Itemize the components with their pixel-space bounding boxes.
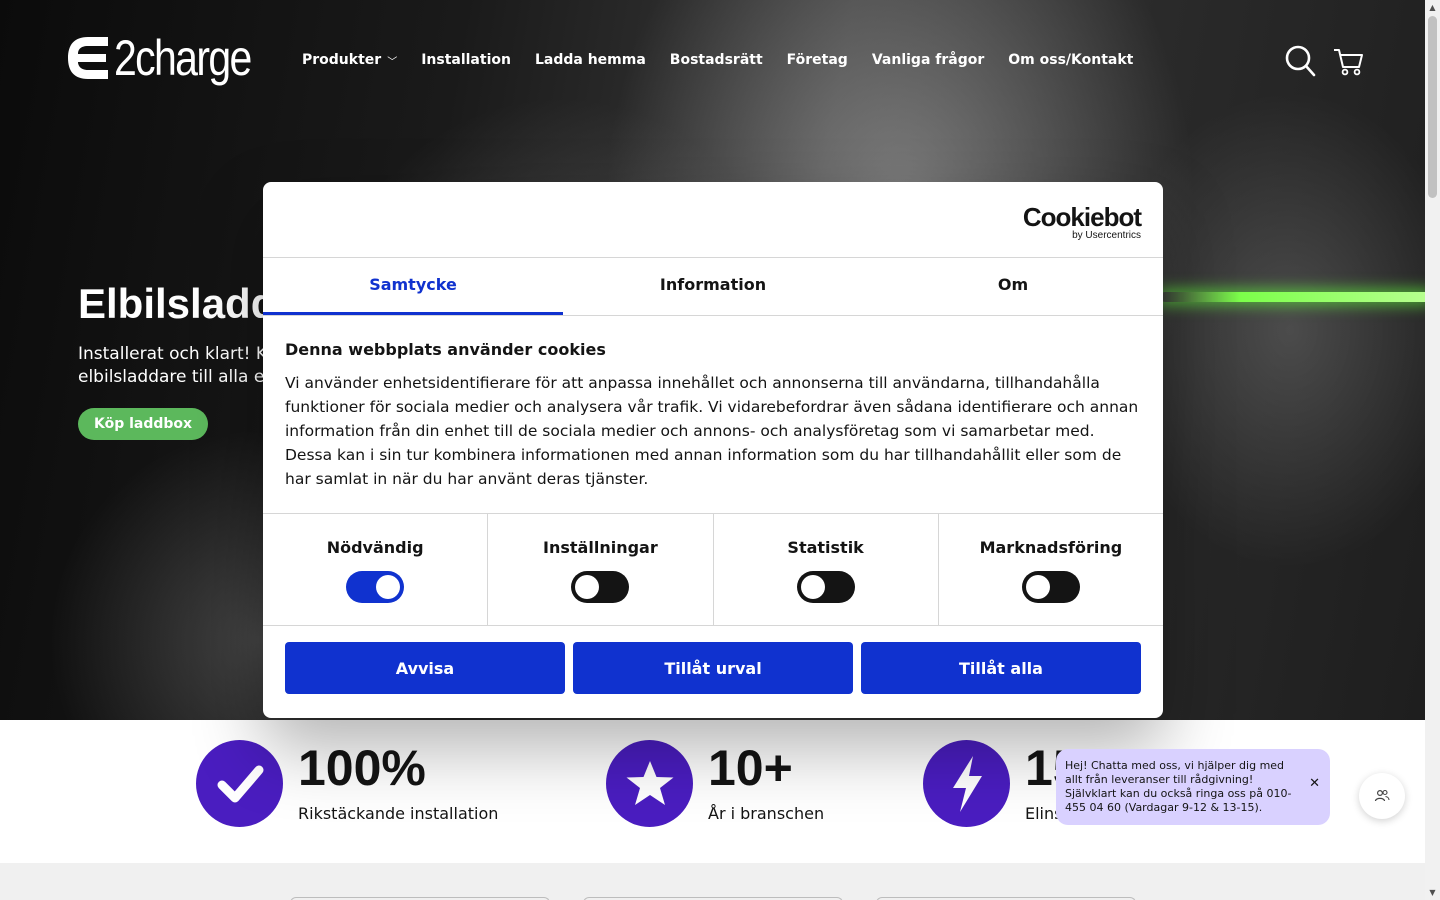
allow-selection-button[interactable]: Tillåt urval <box>573 642 853 694</box>
cookiebot-logo: Cookiebot by Usercentrics <box>1022 202 1142 241</box>
logo-text: 2charge <box>114 30 252 86</box>
category-nodvandig: Nödvändig <box>263 514 489 625</box>
nav-item-bostadsratt[interactable]: Bostadsrätt <box>670 52 763 68</box>
cookie-dialog-body: Denna webbplats använder cookies Vi anvä… <box>263 316 1163 514</box>
category-marknadsforing: Marknadsföring <box>939 514 1163 625</box>
tab-information[interactable]: Information <box>563 258 863 315</box>
category-installningar: Inställningar <box>488 514 714 625</box>
toggle-nodvandig[interactable] <box>346 571 405 603</box>
stat-value: 100% <box>298 740 426 796</box>
nav-item-foretag[interactable]: Företag <box>787 52 848 68</box>
search-icon[interactable] <box>1284 44 1316 78</box>
stat-label: Rikstäckande installation <box>298 804 499 823</box>
toggle-statistik[interactable] <box>796 571 855 603</box>
hero-subtitle-line2: elbilsladdare till alla elbilar <box>78 367 264 387</box>
tab-om[interactable]: Om <box>863 258 1163 315</box>
cookie-description: Vi använder enhetsidentifierare för att … <box>285 374 1139 488</box>
scroll-down-arrow-icon[interactable]: ▼ <box>1425 885 1440 900</box>
category-statistik: Statistik <box>714 514 939 625</box>
cookie-categories: Nödvändig Inställningar Statistik Markna… <box>263 514 1163 626</box>
cookie-tabs: Samtycke Information Om <box>263 258 1163 316</box>
main-nav: Produkter ﹀ Installation Ladda hemma Bos… <box>302 52 1157 68</box>
hero-green-light-line <box>1160 292 1425 302</box>
reject-button[interactable]: Avvisa <box>285 642 565 694</box>
stat-value: 10+ <box>708 740 793 796</box>
star-icon <box>606 740 693 827</box>
toggle-marknadsforing[interactable] <box>1021 571 1080 603</box>
category-label: Marknadsföring <box>979 538 1123 557</box>
hero-title: Elbilsladdare <box>78 280 264 327</box>
cookie-buttons: Avvisa Tillåt urval Tillåt alla <box>263 626 1163 710</box>
cart-icon[interactable] <box>1332 44 1364 78</box>
chat-message: Hej! Chatta med oss, vi hjälper dig med … <box>1065 759 1292 814</box>
category-label: Inställningar <box>543 538 658 557</box>
nav-item-produkter[interactable]: Produkter ﹀ <box>302 52 397 68</box>
cookie-heading: Denna webbplats använder cookies <box>285 340 606 359</box>
chat-launcher-button[interactable] <box>1359 773 1405 819</box>
site-logo[interactable]: 2charge <box>66 32 281 84</box>
people-icon <box>1374 789 1390 802</box>
stat-item: 10+ År i branschen <box>606 740 824 827</box>
nav-item-vanliga-fragor[interactable]: Vanliga frågor <box>872 52 984 68</box>
scroll-thumb[interactable] <box>1428 16 1437 198</box>
header-actions <box>1284 44 1364 78</box>
scroll-up-arrow-icon[interactable]: ▲ <box>1425 0 1440 15</box>
lightning-icon <box>923 740 1010 827</box>
chevron-down-icon: ﹀ <box>387 56 398 68</box>
cookie-consent-dialog: Cookiebot by Usercentrics Samtycke Infor… <box>263 182 1163 718</box>
stat-label: År i branschen <box>708 804 825 823</box>
next-section-band <box>0 863 1425 900</box>
nav-item-installation[interactable]: Installation <box>421 52 511 68</box>
page-scrollbar[interactable]: ▲ ▼ <box>1425 0 1440 900</box>
category-label: Nödvändig <box>326 538 424 557</box>
allow-all-button[interactable]: Tillåt alla <box>861 642 1141 694</box>
nav-item-label: Produkter <box>302 52 382 68</box>
check-icon <box>196 740 283 827</box>
close-icon[interactable]: ✕ <box>1309 777 1320 791</box>
hero-subtitle: Installerat och klart! Köp elbilsladdare… <box>78 343 264 389</box>
hero-subtitle-line1: Installerat och klart! Köp <box>78 344 264 364</box>
stat-item: 100% Rikstäckande installation <box>196 740 498 827</box>
category-label: Statistik <box>787 538 864 557</box>
cookie-dialog-header: Cookiebot by Usercentrics <box>263 182 1163 258</box>
buy-charger-button[interactable]: Köp laddbox <box>78 408 209 440</box>
cookiebot-name: Cookiebot <box>1022 202 1142 232</box>
nav-item-ladda-hemma[interactable]: Ladda hemma <box>535 52 646 68</box>
chat-prompt-bubble[interactable]: Hej! Chatta med oss, vi hjälper dig med … <box>1056 749 1330 825</box>
tab-samtycke[interactable]: Samtycke <box>263 258 563 315</box>
nav-item-om-oss-kontakt[interactable]: Om oss/Kontakt <box>1008 52 1133 68</box>
logo-e-mark-icon <box>68 37 108 79</box>
toggle-installningar[interactable] <box>571 571 630 603</box>
